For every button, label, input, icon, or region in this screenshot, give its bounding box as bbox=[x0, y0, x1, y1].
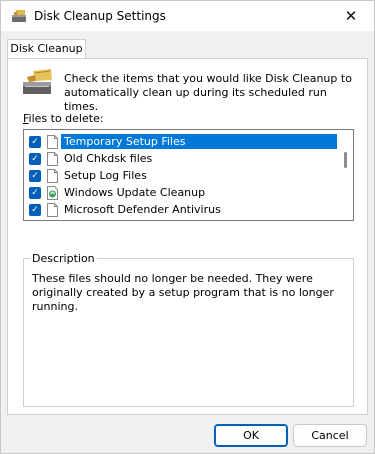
close-icon: ✕ bbox=[344, 7, 358, 25]
list-item[interactable]: ✓ Setup Log Files bbox=[24, 167, 337, 184]
document-icon bbox=[47, 134, 58, 149]
tab-disk-cleanup[interactable]: Disk Cleanup bbox=[7, 39, 86, 59]
listbox-scrollbar[interactable] bbox=[338, 131, 352, 219]
list-item[interactable]: ✓ Temporary Setup Files bbox=[24, 133, 337, 150]
disk-cleanup-icon bbox=[12, 10, 26, 22]
disk-cleanup-settings-dialog: Disk Cleanup Settings ✕ Disk Cleanup Che… bbox=[0, 0, 375, 454]
list-item-label: Setup Log Files bbox=[64, 169, 147, 182]
scrollbar-thumb[interactable] bbox=[344, 152, 347, 168]
checkbox[interactable]: ✓ bbox=[29, 186, 41, 199]
title-bar: Disk Cleanup Settings ✕ bbox=[1, 1, 374, 31]
description-title: Description bbox=[30, 252, 97, 265]
list-item-label: Old Chkdsk files bbox=[64, 152, 153, 165]
tab-label: Disk Cleanup bbox=[10, 42, 83, 55]
checkbox[interactable]: ✓ bbox=[29, 135, 41, 148]
ok-button[interactable]: OK bbox=[214, 424, 288, 447]
description-text: These files should no longer be needed. … bbox=[32, 272, 334, 313]
list-item-label: Microsoft Defender Antivirus bbox=[64, 203, 221, 216]
files-to-delete-text: Files to delete: bbox=[23, 112, 104, 125]
disk-cleanup-icon bbox=[23, 69, 52, 94]
list-item[interactable]: ✓ Microsoft Defender Antivirus bbox=[24, 201, 337, 218]
close-button[interactable]: ✕ bbox=[328, 1, 374, 31]
document-icon bbox=[47, 168, 58, 183]
files-to-delete-label: Files to delete: bbox=[23, 112, 104, 125]
checkbox[interactable]: ✓ bbox=[29, 152, 41, 165]
window-title: Disk Cleanup Settings bbox=[34, 9, 166, 23]
list-item-label: Temporary Setup Files bbox=[61, 134, 337, 149]
document-icon bbox=[47, 151, 58, 166]
list-item[interactable]: ✓ Windows Update Cleanup bbox=[24, 184, 337, 201]
list-item[interactable]: ✓ Old Chkdsk files bbox=[24, 150, 337, 167]
list-item-label: Windows Update Cleanup bbox=[64, 186, 206, 199]
intro-text: Check the items that you would like Disk… bbox=[64, 72, 352, 113]
checkbox[interactable]: ✓ bbox=[29, 203, 41, 216]
files-listbox[interactable]: ✓ Temporary Setup Files ✓ Old Chkdsk fil… bbox=[23, 129, 354, 221]
checkbox[interactable]: ✓ bbox=[29, 169, 41, 182]
document-icon bbox=[47, 202, 58, 217]
cancel-button[interactable]: Cancel bbox=[293, 424, 367, 447]
recycle-icon bbox=[47, 185, 58, 200]
